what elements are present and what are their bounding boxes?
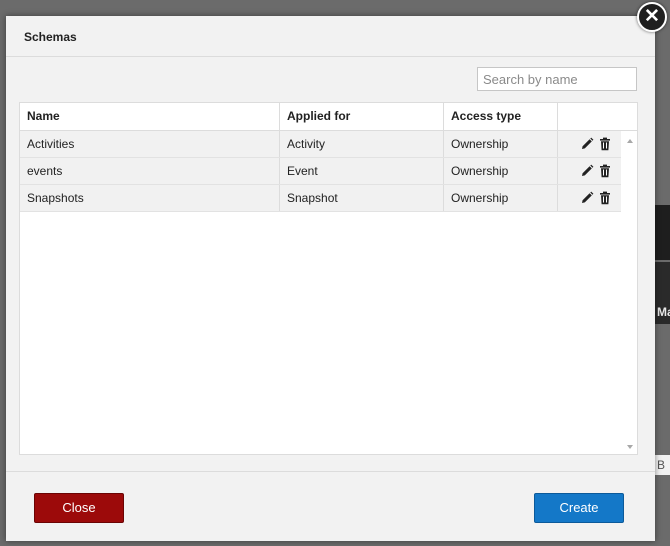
column-divider [557, 158, 558, 184]
background-text: Ma [657, 305, 670, 319]
close-button[interactable]: Close [34, 493, 124, 523]
close-dialog-icon[interactable]: ✕ [637, 2, 667, 32]
table-row[interactable]: Activities Activity Ownership [20, 131, 621, 158]
cell-access-type: Ownership [451, 191, 509, 205]
cell-name: Snapshots [27, 191, 84, 205]
delete-icon[interactable] [598, 191, 612, 205]
column-header-applied-for[interactable]: Applied for [280, 103, 443, 130]
column-header-access-type[interactable]: Access type [444, 103, 557, 130]
column-header-name[interactable]: Name [20, 103, 279, 130]
cell-applied-for: Snapshot [287, 191, 338, 205]
column-divider [443, 158, 444, 184]
dialog-header: Schemas [6, 16, 655, 57]
table-row[interactable]: events Event Ownership [20, 158, 621, 185]
column-divider [443, 131, 444, 157]
scroll-down-arrow-icon[interactable] [625, 439, 635, 449]
delete-icon[interactable] [598, 137, 612, 151]
cell-applied-for: Activity [287, 137, 326, 151]
column-divider [279, 103, 280, 130]
dialog-title: Schemas [24, 30, 77, 44]
table-row[interactable]: Snapshots Snapshot Ownership [20, 185, 621, 212]
delete-icon[interactable] [598, 164, 612, 178]
background-panel [655, 205, 670, 260]
search-input[interactable] [477, 67, 637, 91]
cell-access-type: Ownership [451, 137, 509, 151]
background-text: B [657, 458, 666, 472]
column-divider [443, 103, 444, 130]
cell-name: events [27, 164, 63, 178]
edit-icon[interactable] [580, 191, 594, 205]
edit-icon[interactable] [580, 137, 594, 151]
column-divider [279, 131, 280, 157]
cell-applied-for: Event [287, 164, 318, 178]
scroll-up-arrow-icon[interactable] [625, 133, 635, 143]
dialog-footer: Close Create [6, 471, 655, 542]
table-header: Name Applied for Access type [20, 103, 637, 131]
column-divider [279, 185, 280, 211]
column-divider [443, 185, 444, 211]
column-divider [557, 103, 558, 130]
create-button[interactable]: Create [534, 493, 624, 523]
schemas-dialog: Schemas Name Applied for Access type Act… [6, 16, 655, 541]
column-divider [557, 131, 558, 157]
column-divider [279, 158, 280, 184]
schemas-table: Name Applied for Access type Activities … [19, 102, 638, 455]
edit-icon[interactable] [580, 164, 594, 178]
cell-access-type: Ownership [451, 164, 509, 178]
column-divider [557, 185, 558, 211]
cell-name: Activities [27, 137, 75, 151]
